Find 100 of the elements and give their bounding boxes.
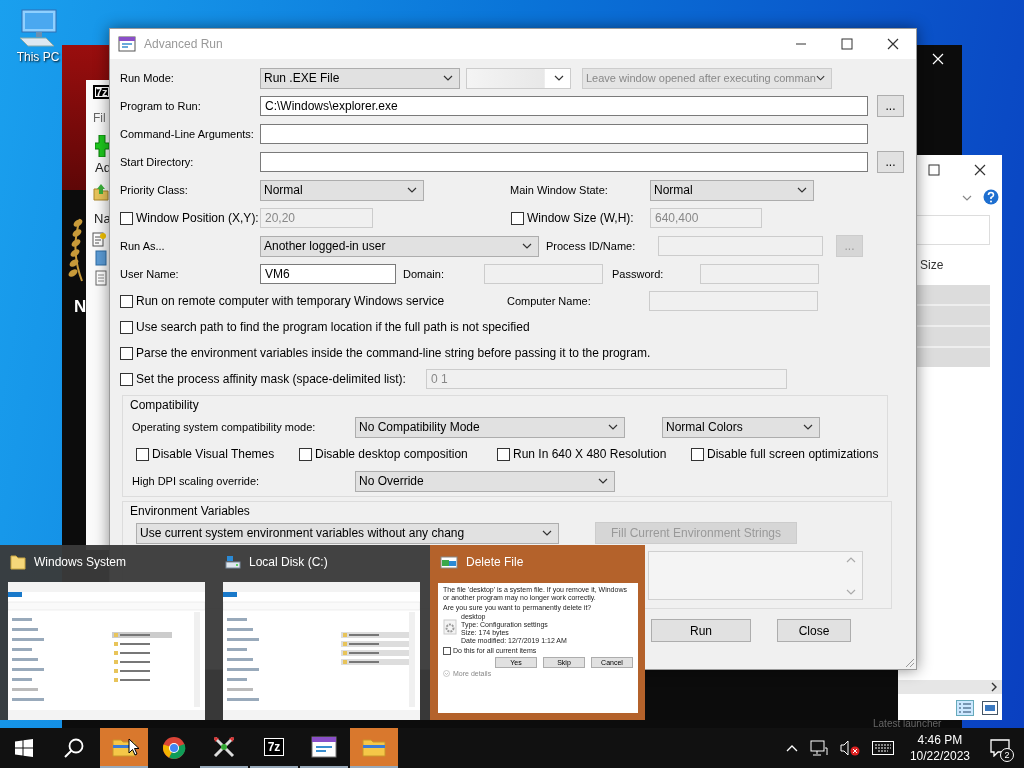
- checkbox-label[interactable]: Set the process affinity mask (space-delimited list):: [136, 372, 406, 386]
- checkbox[interactable]: [120, 294, 133, 308]
- window-preview-title: Local Disk (C:): [249, 555, 328, 569]
- field-label: Command-Line Arguments:: [120, 128, 255, 140]
- field-label: Process ID/Name:: [546, 240, 637, 252]
- field-label: User Name:: [120, 268, 180, 280]
- file-icon: [92, 232, 106, 248]
- checkbox[interactable]: [120, 320, 133, 334]
- drive-icon: [225, 554, 241, 570]
- windows-logo-icon: [15, 739, 33, 757]
- app-icon: [118, 36, 136, 52]
- scrollbar[interactable]: [898, 680, 1002, 694]
- dialog-button[interactable]: Run: [651, 619, 751, 642]
- notifications-button[interactable]: 2: [982, 728, 1018, 768]
- dropdown[interactable]: Normal Colors: [662, 416, 820, 438]
- browse-button[interactable]: ...: [877, 95, 904, 117]
- checkbox-label[interactable]: Disable full screen optimizations: [707, 447, 879, 461]
- field-label: Operating system compatibility mode:: [132, 421, 317, 433]
- footer-link[interactable]: Latest launcher: [873, 718, 942, 729]
- checkbox[interactable]: [136, 447, 149, 461]
- folder-icon: [362, 737, 386, 757]
- window-preview-title: Windows System: [34, 555, 127, 569]
- help-icon[interactable]: [983, 189, 999, 205]
- checkbox[interactable]: [691, 447, 704, 461]
- checkbox[interactable]: [443, 646, 451, 655]
- column-header[interactable]: Size: [920, 258, 944, 272]
- checkbox[interactable]: [120, 372, 133, 386]
- heading-text: N: [74, 297, 87, 317]
- crossed-tools-icon: [212, 735, 236, 759]
- dropdown[interactable]: Run .EXE File: [260, 67, 460, 89]
- clock-date[interactable]: 10/22/2023: [909, 748, 970, 764]
- gear-icon: [443, 619, 457, 636]
- checkbox-label[interactable]: Disable Visual Themes: [152, 447, 275, 461]
- dropdown[interactable]: No Compatibility Mode: [355, 416, 625, 438]
- dropdown[interactable]: Another logged-in user: [260, 235, 539, 257]
- folder-up-icon[interactable]: [93, 183, 109, 201]
- chevron-icon: [443, 75, 453, 81]
- chevron-icon[interactable]: [962, 195, 972, 201]
- checkbox-label[interactable]: Run In 640 X 480 Resolution: [513, 447, 667, 461]
- chevron-icon: [443, 670, 450, 678]
- text-field[interactable]: VM6: [260, 264, 396, 284]
- checkbox-label[interactable]: Use search path to find the program location if the full path is not specified: [136, 320, 530, 334]
- chevron-icon: [522, 243, 532, 249]
- dropdown[interactable]: No Override: [355, 470, 615, 492]
- field-label: Computer Name:: [507, 295, 592, 307]
- field-label: Domain:: [403, 268, 445, 280]
- maximize-icon: [841, 38, 853, 50]
- checkbox-label[interactable]: Parse the environment variables inside the command-line string before passing it to the program.: [136, 346, 651, 360]
- chevron-icon: [803, 424, 813, 430]
- field-label: Run As...: [120, 240, 166, 252]
- mouse-pointer-icon: [128, 738, 140, 756]
- notification-icon: [990, 739, 1010, 757]
- close-icon[interactable]: [974, 164, 986, 176]
- menu-item[interactable]: Fil: [93, 111, 106, 125]
- dropdown[interactable]: Normal: [260, 179, 424, 201]
- preview-view-icon[interactable]: [982, 701, 998, 715]
- dropdown[interactable]: Normal: [650, 179, 814, 201]
- volume-muted-icon[interactable]: [839, 740, 860, 756]
- checkbox-label[interactable]: Disable desktop composition: [315, 447, 468, 461]
- window-preview[interactable]: [430, 545, 645, 720]
- browse-button[interactable]: ...: [877, 151, 904, 173]
- window-icon: [311, 736, 337, 758]
- group-title: Environment Variables: [130, 504, 251, 518]
- chevron-icon: [815, 75, 825, 81]
- dropdown[interactable]: Use current system environment variables without any chang: [136, 522, 559, 544]
- app-logo: 7z: [263, 738, 285, 756]
- checkbox-label[interactable]: Run on remote computer with temporary Windows service: [136, 294, 445, 308]
- network-icon[interactable]: [809, 740, 828, 756]
- file-icon: [94, 250, 108, 266]
- taskbar-app-button[interactable]: 7z: [250, 728, 298, 768]
- chevron-up-icon[interactable]: [785, 744, 798, 752]
- chevron-icon: [598, 478, 608, 484]
- window-title: Advanced Run: [144, 37, 223, 51]
- files-icon: [440, 555, 458, 569]
- checkbox[interactable]: [120, 346, 133, 360]
- text-field[interactable]: C:\Windows\explorer.exe: [260, 96, 868, 116]
- chevron-icon: [542, 530, 552, 536]
- window-preview[interactable]: Local Disk (C:): [215, 545, 430, 720]
- checkbox[interactable]: [299, 447, 312, 461]
- text-field[interactable]: [260, 152, 868, 172]
- keyboard-icon[interactable]: [871, 741, 894, 755]
- chevron-icon: [608, 424, 618, 430]
- chevron-right-icon[interactable]: [991, 682, 997, 692]
- checkbox[interactable]: [497, 447, 510, 461]
- chevron-icon: [407, 187, 417, 193]
- maximize-icon[interactable]: [928, 164, 940, 176]
- clock-time[interactable]: 4:46 PM: [909, 732, 970, 748]
- search-icon: [64, 738, 84, 758]
- field-label: Main Window State:: [510, 184, 609, 196]
- field-label: Start Directory:: [120, 156, 195, 168]
- dialog-button[interactable]: Close: [777, 619, 851, 642]
- field-label: Priority Class:: [120, 184, 189, 196]
- window-preview[interactable]: Windows System: [0, 545, 215, 720]
- file-icon: [94, 270, 108, 286]
- folder-icon: [10, 554, 26, 570]
- field-label: Program to Run:: [120, 100, 202, 112]
- plus-icon[interactable]: [95, 135, 109, 157]
- field-label: Run Mode:: [120, 72, 175, 84]
- text-field[interactable]: [260, 124, 868, 144]
- chevron-icon: [797, 187, 807, 193]
